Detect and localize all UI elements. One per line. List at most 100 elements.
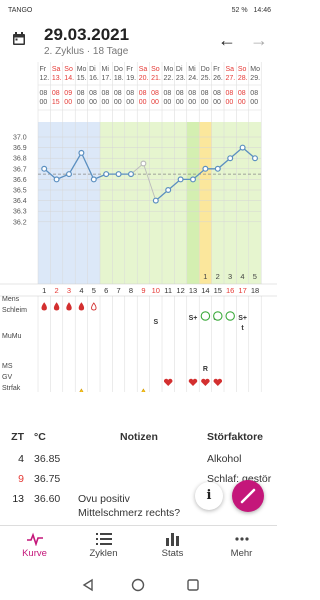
heart-icon [188,378,198,386]
back-icon[interactable] [82,578,93,592]
date-label: 26. [213,75,223,82]
table-row[interactable]: 4 36.85 Alkohol [0,449,277,469]
y-tick-label: 36.6 [13,177,27,184]
time-label: 14:46 [253,7,271,14]
edit-button[interactable] [232,480,264,512]
weekday-label: Mi [102,66,110,73]
heart-icon [201,378,210,386]
cycle-day-label: 2 [55,286,59,295]
recents-icon[interactable] [187,579,199,591]
cycle-day-label: 8 [129,286,133,295]
header-zt: ZT [11,431,24,443]
minute-label: 00 [114,99,122,106]
temp-cell: 36.60 [34,493,61,505]
temperature-point [53,176,60,183]
cycle-day-label: 11 [164,286,172,295]
zone-cell [112,122,125,284]
next-arrow-icon[interactable]: → [250,30,268,51]
weekday-label: Di [89,66,96,73]
hour-label: 08 [52,90,60,97]
zone-cell [211,122,224,284]
date-label: 22. [164,75,174,82]
date-label: 29. [250,75,260,82]
status-right: 52 % 14:46 [232,7,271,14]
warning-icon [79,388,84,392]
weekday-label: So [238,66,247,73]
nav-kurve[interactable]: Kurve [0,526,69,571]
date-label: 13. [52,75,62,82]
nav-mehr[interactable]: Mehr [207,526,276,571]
temperature-point [177,176,184,183]
schleim-mark: S+ [238,315,247,322]
calendar-icon[interactable] [12,32,26,46]
y-tick-label: 36.7 [13,166,27,173]
zone-cell [124,122,138,284]
heart-icon [213,378,223,386]
date-label: 23. [176,75,186,82]
date-label: 16. [89,75,99,82]
cycle-day-label: 14 [201,286,209,295]
temperature-point [252,155,259,162]
blood-drop-icon [53,302,60,311]
note-cell-line2: Mittelschmerz rechts? [78,507,181,519]
weekday-label: Sa [226,66,235,73]
hour-label: 08 [250,90,258,97]
hour-label: 08 [226,90,234,97]
bar-chart-icon [165,533,179,546]
row-label-gv: GV [2,374,12,381]
nav-stats[interactable]: Stats [138,526,207,571]
ms-mark: R [203,366,208,373]
cycle-day-label: 4 [79,286,83,295]
zone-cell [75,122,88,284]
minute-label: 00 [102,99,110,106]
y-tick-label: 36.5 [13,188,27,195]
zone-cell [50,122,63,284]
cycle-day-label: 3 [67,286,71,295]
cycle-day-label: 1 [42,286,46,295]
luteal-day-label: 2 [216,272,220,281]
zone-cell [174,122,187,284]
info-button[interactable]: i [195,482,223,510]
minute-label: 00 [151,99,159,106]
luteal-day-label: 1 [203,272,207,281]
hour-label: 08 [77,90,85,97]
date-label: 21. [151,75,161,82]
minute-label: 15 [52,99,60,106]
row-label-schleim: Schleim [2,307,27,314]
minute-label: 00 [89,99,97,106]
home-icon[interactable] [131,578,145,592]
schleim-mark: S [153,319,158,326]
date-label: 27. [226,75,236,82]
pencil-icon [240,488,256,504]
hour-label: 08 [126,90,134,97]
hour-label: 08 [102,90,110,97]
temperature-point [41,165,48,172]
temperature-point [78,149,85,156]
list-icon [95,533,112,545]
blood-drop-icon [91,302,97,311]
temperature-point [202,165,209,172]
hour-label: 08 [89,90,97,97]
page-title: 29.03.2021 [44,25,130,44]
date-label: 14. [64,75,74,82]
temperature-point [227,155,234,162]
cycle-day-label: 10 [152,286,160,295]
header-notes: Notizen [120,431,158,443]
date-label: 20. [139,75,149,82]
cycle-day-label: 7 [117,286,121,295]
hour-label: 08 [164,90,172,97]
hour-label: 08 [213,90,221,97]
previous-arrow-icon[interactable]: ← [218,30,236,51]
temperature-chart[interactable]: Fr12.0800Sa13.0815So14.0900Mo15.0800Di16… [0,62,277,392]
cycle-subtitle: 2. Zyklus · 18 Tage [44,46,129,57]
row-label-mumu: MuMu [2,333,22,340]
weekday-label: Mo [77,66,87,73]
temperature-point [115,171,122,178]
zone-cell [100,122,113,284]
nav-mehr-label: Mehr [230,548,253,559]
nav-zyklen[interactable]: Zyklen [69,526,138,571]
y-tick-label: 37.0 [13,135,27,142]
header: 29.03.2021 2. Zyklus · 18 Tage ← → [0,22,277,62]
temperature-point [214,165,221,172]
cervix-open-icon [200,311,211,321]
